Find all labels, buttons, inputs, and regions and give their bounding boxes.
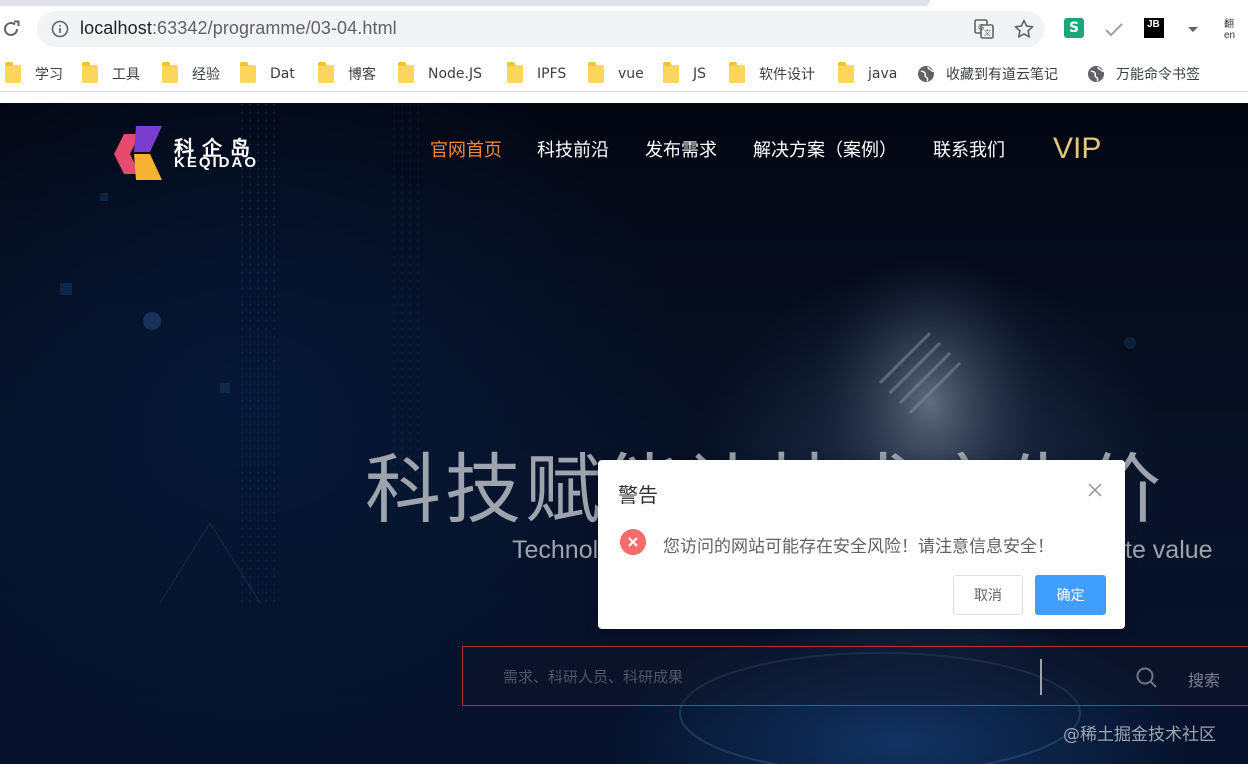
- search-icon[interactable]: [1135, 666, 1159, 690]
- folder-icon: [663, 62, 679, 83]
- chevron-down-icon[interactable]: [1186, 24, 1200, 34]
- bookmark-label: 学习: [35, 67, 63, 83]
- folder-icon: [318, 62, 334, 83]
- folder-icon: [5, 62, 21, 83]
- svg-text:文: 文: [984, 28, 991, 37]
- page-top-gap: [0, 93, 1248, 103]
- nav-item-vip[interactable]: VIP: [1053, 132, 1101, 166]
- bookmark-item[interactable]: 万能命令书签: [1087, 61, 1200, 87]
- address-bar[interactable]: localhost:63342/programme/03-04.html G 文: [37, 11, 1045, 47]
- bookmark-label: IPFS: [537, 66, 567, 82]
- nav-item-solutions[interactable]: 解决方案（案例）: [753, 136, 897, 162]
- nav-item-post-demand[interactable]: 发布需求: [645, 136, 717, 162]
- bookmarks-bar: 学习 工具 经验 Dat 博客 Node.JS IPFS vue JS 软件设计…: [0, 56, 1248, 92]
- error-icon: [620, 529, 646, 555]
- extension-s-icon[interactable]: S: [1064, 18, 1084, 38]
- globe-icon: [1088, 66, 1104, 82]
- bookmark-label: JS: [693, 66, 707, 82]
- tab-strip-edge: [0, 0, 930, 6]
- bookmark-item[interactable]: IPFS: [507, 61, 566, 87]
- search-button[interactable]: 搜索: [1188, 667, 1220, 691]
- bookmark-item[interactable]: JS: [663, 61, 706, 87]
- reload-icon[interactable]: [0, 18, 22, 40]
- extension-jetbrains-icon[interactable]: JB: [1144, 18, 1164, 38]
- bookmark-item[interactable]: 经验: [162, 61, 220, 87]
- dialog-message: 您访问的网站可能存在安全风险！请注意信息安全！: [663, 537, 1054, 557]
- bookmark-label: 经验: [192, 67, 220, 83]
- nav-item-home[interactable]: 官网首页: [430, 136, 502, 162]
- bookmark-label: 万能命令书签: [1116, 67, 1200, 83]
- folder-icon: [240, 62, 256, 83]
- search-divider: [1040, 659, 1042, 695]
- bookmark-item[interactable]: 工具: [82, 61, 140, 87]
- bookmark-item[interactable]: 软件设计: [729, 61, 815, 87]
- bookmark-label: 博客: [348, 67, 376, 83]
- folder-icon: [838, 62, 854, 83]
- browser-toolbar: localhost:63342/programme/03-04.html G 文…: [0, 0, 1248, 56]
- site-logo[interactable]: 科企岛 KEQIDAO: [112, 124, 272, 182]
- bookmark-label: 收藏到有道云笔记: [946, 67, 1058, 83]
- bookmark-item[interactable]: 收藏到有道云笔记: [917, 61, 1058, 87]
- search-bar: 搜索: [462, 646, 1248, 706]
- website-page: 科企岛 KEQIDAO 官网首页 科技前沿 发布需求 解决方案（案例） 联系我们…: [0, 103, 1248, 764]
- confirm-button[interactable]: 确定: [1035, 575, 1106, 615]
- bookmark-label: 软件设计: [759, 67, 815, 83]
- bookmark-item[interactable]: vue: [588, 61, 644, 87]
- translate-icon[interactable]: G 文: [974, 19, 994, 39]
- bookmark-item[interactable]: 博客: [318, 61, 376, 87]
- folder-icon: [729, 62, 745, 83]
- folder-icon: [588, 62, 604, 83]
- bookmark-label: vue: [618, 66, 644, 82]
- bookmark-label: java: [868, 66, 898, 82]
- url-host: localhost: [80, 18, 152, 38]
- watermark: @稀土掘金技术社区: [1063, 725, 1216, 745]
- close-icon[interactable]: [1087, 482, 1103, 498]
- logo-text-en: KEQIDAO: [174, 154, 259, 171]
- site-info-icon[interactable]: [51, 20, 69, 38]
- bookmark-label: Dat: [270, 66, 295, 82]
- folder-icon: [507, 62, 523, 83]
- bookmark-label: Node.JS: [428, 66, 483, 82]
- url-path: :63342/programme/03-04.html: [151, 18, 397, 38]
- bookmark-item[interactable]: java: [838, 61, 897, 87]
- bookmark-star-icon[interactable]: [1013, 18, 1035, 40]
- nav-item-tech-frontier[interactable]: 科技前沿: [537, 136, 609, 162]
- bookmark-item[interactable]: 学习: [5, 61, 63, 87]
- hero-subtitle-left: Technol: [512, 536, 599, 564]
- logo-mark-icon: [114, 126, 162, 180]
- globe-icon: [918, 66, 934, 82]
- search-input[interactable]: [503, 665, 1023, 689]
- bookmark-item[interactable]: Dat: [240, 61, 295, 87]
- extension-check-icon[interactable]: [1103, 18, 1125, 40]
- folder-icon: [82, 62, 98, 83]
- extension-youdao-icon[interactable]: 翻 en: [1224, 19, 1248, 41]
- dialog-title: 警告: [618, 483, 658, 507]
- url-text[interactable]: localhost:63342/programme/03-04.html: [80, 18, 397, 39]
- hero-subtitle-right: te value: [1125, 536, 1213, 564]
- bookmark-label: 工具: [112, 67, 140, 83]
- folder-icon: [398, 62, 414, 83]
- cancel-button[interactable]: 取消: [953, 575, 1023, 615]
- folder-icon: [162, 62, 178, 83]
- bookmark-item[interactable]: Node.JS: [398, 61, 482, 87]
- nav-item-contact[interactable]: 联系我们: [933, 136, 1005, 162]
